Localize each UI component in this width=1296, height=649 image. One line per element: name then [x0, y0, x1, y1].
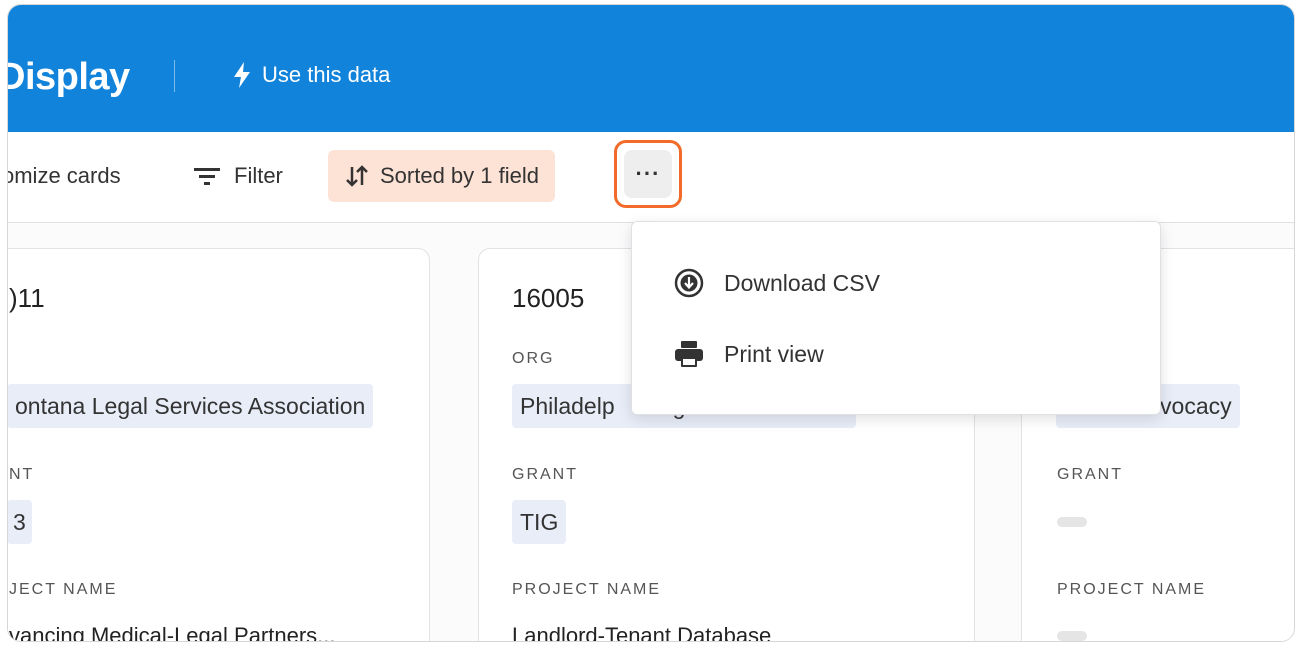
project-name-value: vancing Medical-Legal Partners... — [9, 623, 336, 642]
print-view-label: Print view — [724, 340, 824, 367]
filter-icon — [194, 168, 220, 185]
customize-cards-label: omize cards — [7, 163, 121, 188]
card-title: )11 — [9, 283, 45, 313]
customize-cards-button[interactable]: omize cards — [7, 150, 121, 202]
org-label: ORG — [512, 350, 555, 367]
header-divider — [174, 60, 175, 92]
sort-arrows-icon — [346, 165, 368, 187]
org-pill: ontana Legal Services Association — [8, 384, 374, 428]
empty-grant-value — [1057, 517, 1087, 527]
more-options-menu: Download CSV Print view — [631, 221, 1161, 415]
org-value: Philadelp — [520, 393, 615, 419]
download-csv-label: Download CSV — [724, 269, 880, 296]
use-this-data-button[interactable]: Use this data — [234, 59, 390, 91]
project-name-label: JECT NAME — [9, 581, 118, 598]
more-options-button[interactable]: ··· — [614, 140, 682, 208]
download-csv-menu-item[interactable]: Download CSV — [674, 265, 880, 301]
grant-label: NT — [9, 466, 35, 483]
page-title: Display — [7, 56, 130, 98]
use-this-data-label: Use this data — [262, 62, 391, 87]
sort-button[interactable]: Sorted by 1 field — [328, 150, 555, 202]
project-name-value: Landlord-Tenant Database — [512, 623, 772, 642]
project-name-label: PROJECT NAME — [512, 581, 662, 598]
grant-pill: 3 — [8, 500, 32, 544]
app-header: Display Use this data — [8, 5, 1294, 132]
empty-project-value — [1057, 631, 1087, 641]
lightning-icon — [234, 62, 250, 88]
sort-label: Sorted by 1 field — [380, 163, 539, 188]
printer-icon — [675, 341, 703, 367]
filter-button[interactable]: Filter — [194, 150, 283, 202]
view-toolbar: omize cards Filter Sorted by 1 field ··· — [8, 132, 1294, 223]
record-card[interactable]: )11 ontana Legal Services Association NT… — [8, 248, 430, 642]
print-view-menu-item[interactable]: Print view — [674, 336, 824, 372]
project-name-label: PROJECT NAME — [1057, 581, 1207, 598]
filter-label: Filter — [234, 163, 283, 188]
grant-label: GRANT — [512, 466, 578, 483]
card-title: 16005 — [512, 283, 585, 313]
more-options-icon: ··· — [624, 150, 672, 198]
grant-label: GRANT — [1057, 466, 1123, 483]
download-circle-icon — [674, 268, 704, 298]
grant-pill: TIG — [512, 500, 567, 544]
app-window: Display Use this data omize cards Filter — [7, 4, 1295, 642]
